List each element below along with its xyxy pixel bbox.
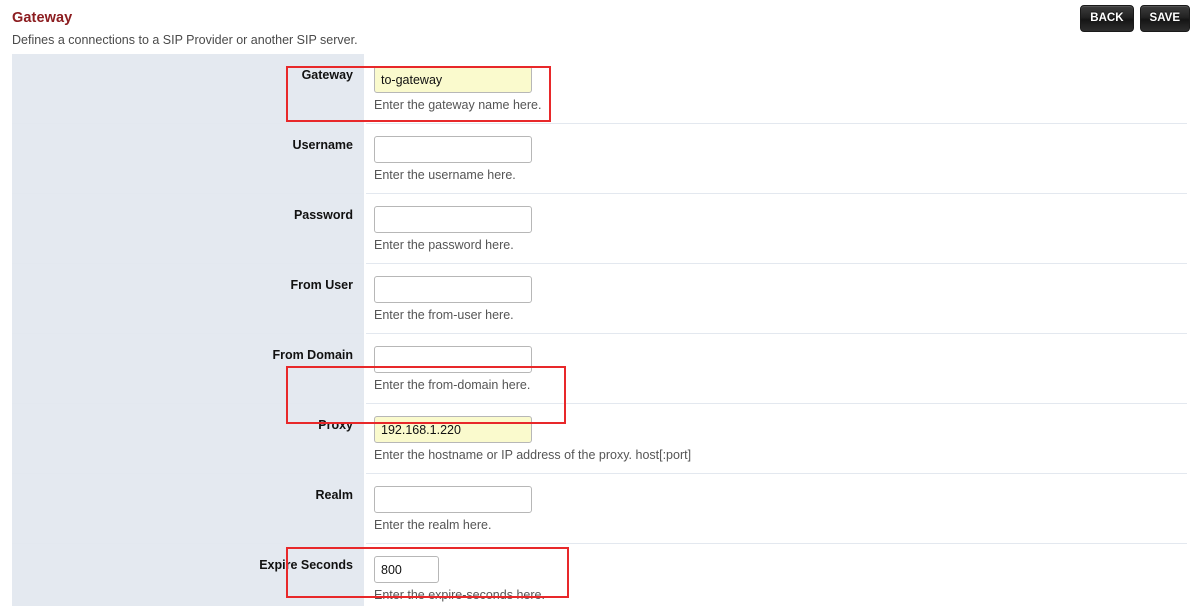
password-input[interactable]	[374, 206, 532, 233]
field-label-expire-seconds: Expire Seconds	[12, 543, 366, 606]
proxy-input[interactable]	[374, 416, 532, 443]
password-help-text: Enter the password here.	[374, 238, 514, 252]
field-label-from-user: From User	[12, 263, 366, 334]
field-cell-from-domain: Enter the from-domain here.	[365, 333, 1187, 404]
field-cell-proxy: Enter the hostname or IP address of the …	[365, 403, 1187, 474]
from-user-input[interactable]	[374, 276, 532, 303]
page-header: Gateway Defines a connections to a SIP P…	[0, 0, 1202, 54]
field-label-gateway: Gateway	[12, 54, 366, 124]
save-button[interactable]: SAVE	[1139, 5, 1190, 32]
table-row: Gateway Enter the gateway name here.	[12, 54, 1187, 124]
field-label-username: Username	[12, 123, 366, 194]
username-input[interactable]	[374, 136, 532, 163]
field-cell-realm: Enter the realm here.	[365, 473, 1187, 544]
table-row: From Domain Enter the from-domain here.	[12, 333, 1187, 404]
field-label-from-domain: From Domain	[12, 333, 366, 404]
username-help-text: Enter the username here.	[374, 168, 516, 182]
proxy-help-text: Enter the hostname or IP address of the …	[374, 448, 692, 462]
from-domain-help-text: Enter the from-domain here.	[374, 378, 531, 392]
realm-input[interactable]	[374, 486, 532, 513]
table-row: Expire Seconds Enter the expire-seconds …	[12, 543, 1187, 606]
field-cell-username: Enter the username here.	[365, 123, 1187, 194]
field-cell-password: Enter the password here.	[365, 193, 1187, 264]
field-label-proxy: Proxy	[12, 403, 366, 474]
field-cell-gateway: Enter the gateway name here.	[365, 54, 1187, 124]
table-row: Password Enter the password here.	[12, 193, 1187, 264]
expire-seconds-help-text: Enter the expire-seconds here.	[374, 588, 545, 602]
from-user-help-text: Enter the from-user here.	[374, 308, 514, 322]
realm-help-text: Enter the realm here.	[374, 518, 492, 532]
table-row: Realm Enter the realm here.	[12, 473, 1187, 544]
from-domain-input[interactable]	[374, 346, 532, 373]
field-label-realm: Realm	[12, 473, 366, 544]
table-row: Proxy Enter the hostname or IP address o…	[12, 403, 1187, 474]
page-title: Gateway	[12, 10, 73, 26]
expire-seconds-input[interactable]	[374, 556, 439, 583]
gateway-help-text: Enter the gateway name here.	[374, 98, 542, 112]
page-subtitle: Defines a connections to a SIP Provider …	[12, 33, 358, 47]
field-cell-expire-seconds: Enter the expire-seconds here.	[365, 543, 1187, 606]
back-button[interactable]: BACK	[1080, 5, 1134, 32]
field-label-password: Password	[12, 193, 366, 264]
gateway-input[interactable]	[374, 66, 532, 93]
gateway-form-table: Gateway Enter the gateway name here. Use…	[12, 54, 1187, 606]
field-cell-from-user: Enter the from-user here.	[365, 263, 1187, 334]
header-actions: BACK SAVE	[1080, 5, 1190, 32]
table-row: From User Enter the from-user here.	[12, 263, 1187, 334]
table-row: Username Enter the username here.	[12, 123, 1187, 194]
